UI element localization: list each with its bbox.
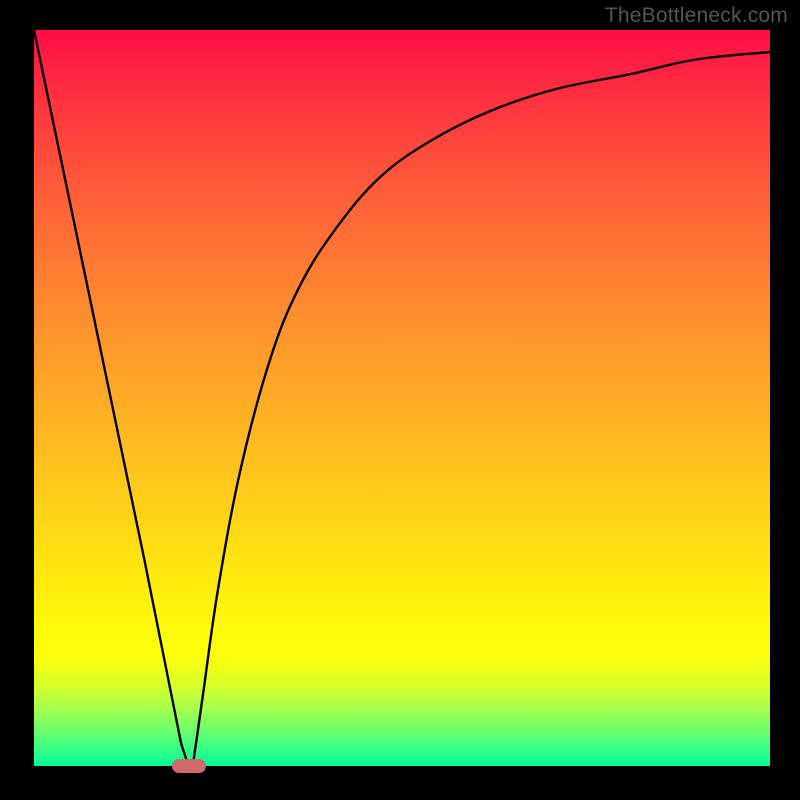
- watermark-text: TheBottleneck.com: [605, 4, 788, 28]
- curve-path: [34, 30, 770, 766]
- chart-frame: TheBottleneck.com: [0, 0, 800, 800]
- optimal-marker: [172, 759, 206, 773]
- bottleneck-curve: [34, 30, 770, 766]
